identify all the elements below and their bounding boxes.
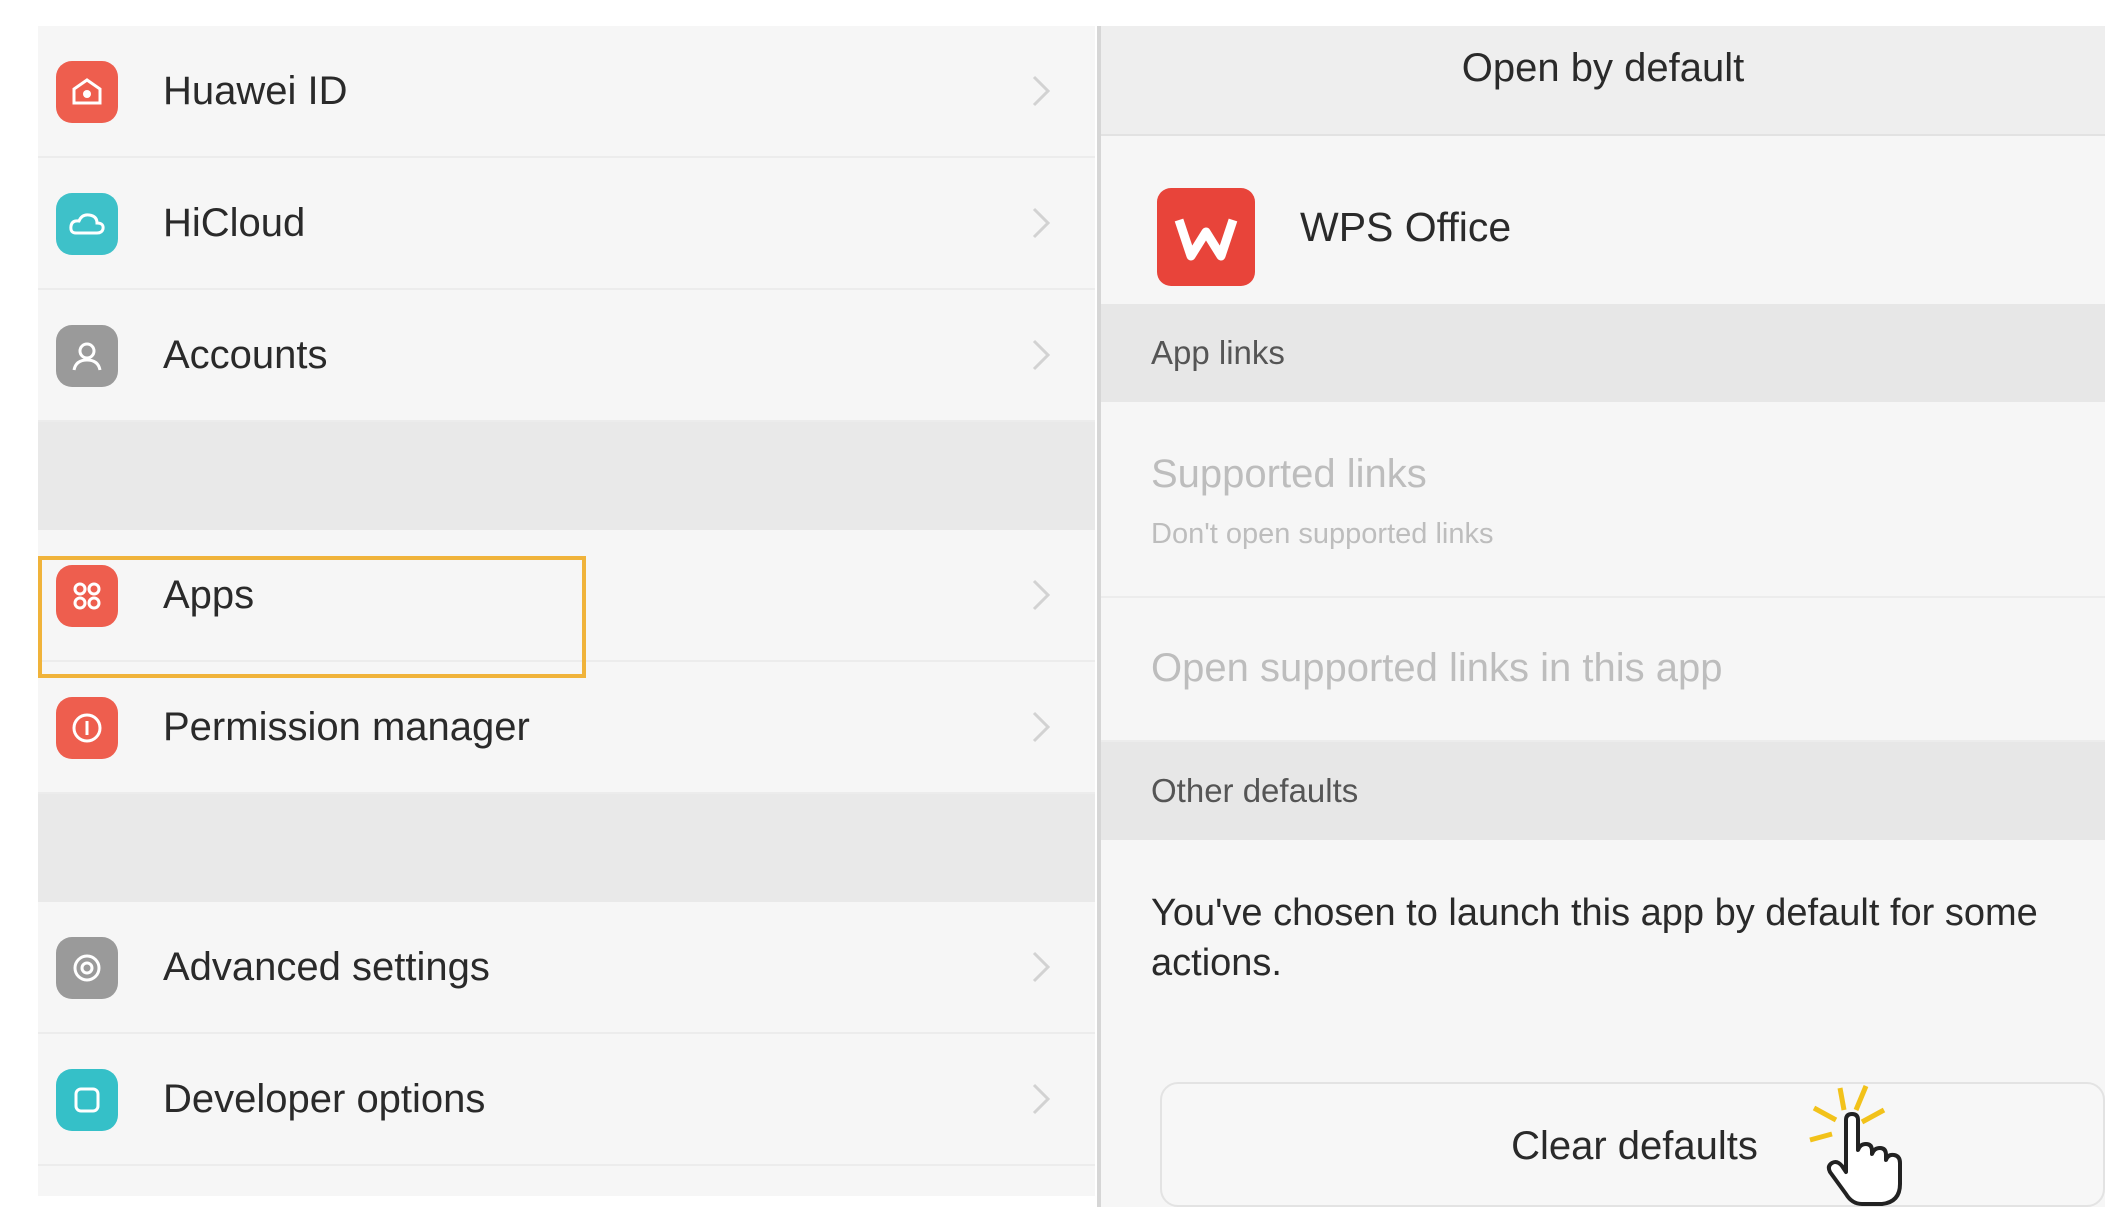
supported-links-value: Don't open supported links bbox=[1151, 518, 1494, 550]
account-icon bbox=[56, 325, 118, 387]
developer-icon bbox=[56, 1069, 118, 1131]
section-label: Other defaults bbox=[1151, 772, 1359, 809]
group-separator bbox=[38, 422, 1095, 530]
apps-grid-icon bbox=[56, 565, 118, 627]
settings-item-label: Permission manager bbox=[163, 705, 530, 749]
settings-item-hicloud[interactable]: HiCloud bbox=[38, 158, 1095, 290]
settings-item-accounts[interactable]: Accounts bbox=[38, 290, 1095, 422]
chevron-right-icon bbox=[1032, 207, 1051, 239]
defaults-message-block: You've chosen to launch this app by defa… bbox=[1101, 840, 2105, 1082]
cloud-icon bbox=[56, 193, 118, 255]
supported-links-item[interactable]: Supported links Don't open supported lin… bbox=[1101, 402, 2105, 598]
chevron-right-icon bbox=[1032, 339, 1051, 371]
settings-item-label: Developer options bbox=[163, 1077, 486, 1121]
open-by-default-panel: Open by default WPS Office App links Sup… bbox=[1101, 26, 2105, 1207]
app-name: WPS Office bbox=[1300, 204, 1512, 250]
chevron-right-icon bbox=[1032, 75, 1051, 107]
open-supported-links-item[interactable]: Open supported links in this app bbox=[1101, 598, 2105, 742]
wps-office-icon bbox=[1157, 188, 1255, 286]
section-header-app-links: App links bbox=[1101, 304, 2105, 402]
chevron-right-icon bbox=[1032, 579, 1051, 611]
chevron-right-icon bbox=[1032, 711, 1051, 743]
settings-item-developer-options[interactable]: Developer options bbox=[38, 1034, 1095, 1166]
supported-links-label: Supported links bbox=[1151, 452, 1427, 496]
chevron-right-icon bbox=[1032, 951, 1051, 983]
hand-cursor-icon bbox=[1809, 1085, 1902, 1206]
chevron-right-icon bbox=[1032, 1083, 1051, 1115]
settings-item-label: Huawei ID bbox=[163, 69, 348, 113]
app-header: WPS Office bbox=[1101, 136, 2105, 304]
settings-list: Huawei ID HiCloud Accounts Apps Permissi… bbox=[38, 26, 1095, 1196]
huawei-id-icon bbox=[56, 61, 118, 123]
page-title: Open by default bbox=[1461, 46, 1745, 90]
section-label: App links bbox=[1151, 334, 1285, 371]
settings-item-advanced-settings[interactable]: Advanced settings bbox=[38, 902, 1095, 1034]
panel-header: Open by default bbox=[1101, 26, 2105, 136]
settings-item-apps[interactable]: Apps bbox=[38, 530, 1095, 662]
section-header-other-defaults: Other defaults bbox=[1101, 742, 2105, 840]
permission-icon bbox=[56, 697, 118, 759]
settings-item-label: Advanced settings bbox=[163, 945, 490, 989]
settings-item-label: HiCloud bbox=[163, 201, 306, 245]
group-separator bbox=[38, 794, 1095, 902]
clear-defaults-button[interactable]: Clear defaults bbox=[1160, 1082, 2105, 1207]
defaults-message: You've chosen to launch this app by defa… bbox=[1151, 892, 2038, 984]
settings-item-label: Accounts bbox=[163, 333, 328, 377]
clear-defaults-label: Clear defaults bbox=[1511, 1124, 1758, 1168]
settings-item-label: Apps bbox=[163, 573, 255, 617]
open-supported-links-label: Open supported links in this app bbox=[1151, 646, 1723, 690]
settings-item-huawei-id[interactable]: Huawei ID bbox=[38, 26, 1095, 158]
settings-item-permission-manager[interactable]: Permission manager bbox=[38, 662, 1095, 794]
gear-icon bbox=[56, 937, 118, 999]
